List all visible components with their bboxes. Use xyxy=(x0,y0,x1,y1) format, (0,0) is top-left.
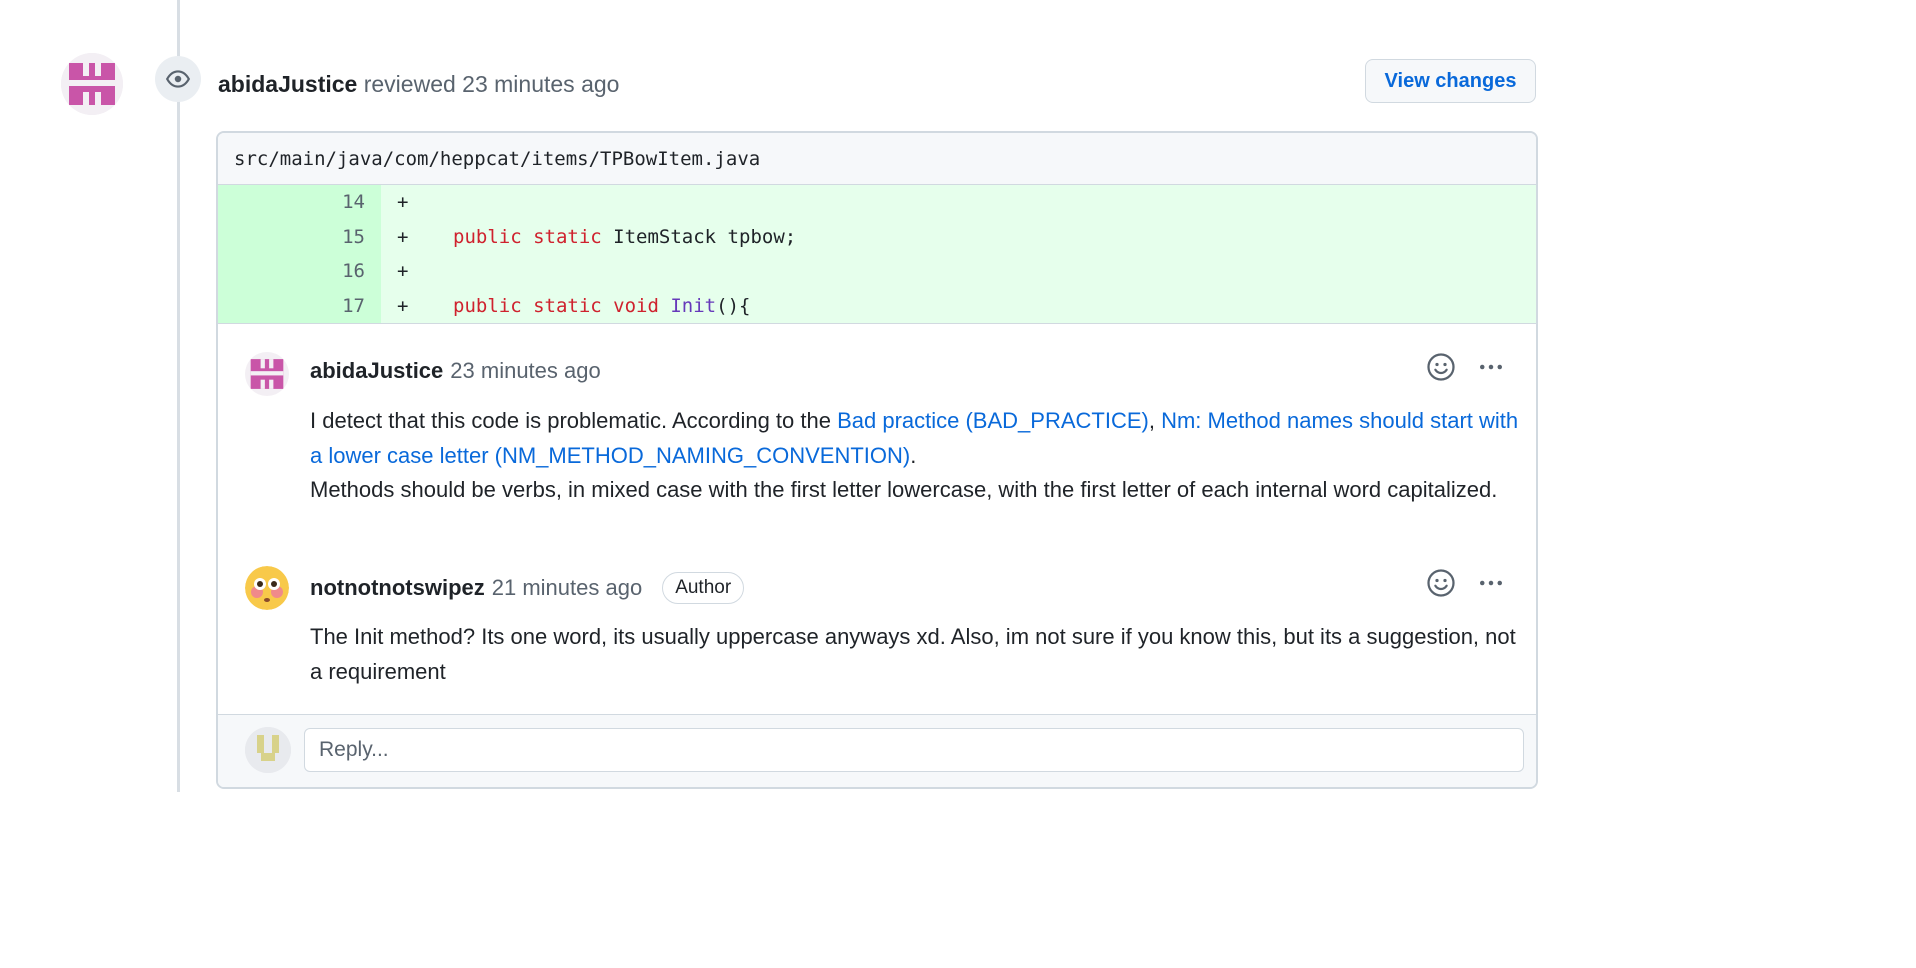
diff-sign: + xyxy=(397,191,409,214)
comment-list: abidaJustice 23 minutes ago I detect tha… xyxy=(218,323,1536,787)
comment-avatar[interactable] xyxy=(245,566,289,610)
diff-line: 15 + public static ItemStack tpbow; xyxy=(218,219,1536,254)
smiley-icon[interactable] xyxy=(1426,352,1456,387)
comment-avatar[interactable] xyxy=(245,352,289,396)
pr-review-timeline: abidaJustice reviewed 23 minutes ago Vie… xyxy=(0,0,1550,792)
author-badge: Author xyxy=(662,572,745,604)
code-text: ItemStack tpbow; xyxy=(613,225,797,248)
comment-author-link[interactable]: notnotnotswipez xyxy=(310,573,485,603)
code-line: public static void Init(){ xyxy=(453,295,750,317)
timeline-line xyxy=(177,0,180,792)
comment-text: , xyxy=(1148,408,1162,433)
view-changes-button[interactable]: View changes xyxy=(1365,59,1536,103)
current-user-avatar xyxy=(245,727,291,773)
comment-time[interactable]: 23 minutes ago xyxy=(450,356,600,386)
reviewer-avatar[interactable] xyxy=(61,53,123,115)
comment-text: Methods should be verbs, in mixed case w… xyxy=(310,477,1498,502)
review-action: reviewed xyxy=(363,71,456,97)
comment-header: abidaJustice 23 minutes ago xyxy=(310,356,601,386)
code-keyword: public static void xyxy=(453,294,659,317)
reply-input[interactable] xyxy=(304,728,1524,772)
kebab-horizontal-icon[interactable] xyxy=(1476,352,1506,387)
comment-body: I detect that this code is problematic. … xyxy=(310,404,1522,508)
comment-header: notnotnotswipez 21 minutes ago Author xyxy=(310,572,745,604)
review-time[interactable]: 23 minutes ago xyxy=(462,71,619,97)
diff-sign: + xyxy=(397,260,409,283)
review-author-link[interactable]: abidaJustice xyxy=(218,71,357,97)
diff-sign: + xyxy=(397,225,409,248)
eye-icon xyxy=(155,56,201,102)
code-function: Init xyxy=(670,294,717,317)
diff-line: 16 + xyxy=(218,254,1536,289)
comment-actions xyxy=(1426,568,1506,603)
line-number[interactable]: 17 xyxy=(218,288,381,323)
diff-line: 17 + public static void Init(){ xyxy=(218,288,1536,323)
bad-practice-link[interactable]: Bad practice (BAD_PRACTICE) xyxy=(837,408,1149,433)
review-header: abidaJustice reviewed 23 minutes ago xyxy=(218,68,619,100)
diff-hunk: 14 + 15 + public static ItemStack tpbow;… xyxy=(218,185,1536,323)
comment-time[interactable]: 21 minutes ago xyxy=(492,573,642,603)
smiley-icon[interactable] xyxy=(1426,568,1456,603)
comment-text: . xyxy=(910,442,917,468)
code-line: public static ItemStack tpbow; xyxy=(453,226,796,248)
diff-sign: + xyxy=(397,294,409,317)
code-text: (){ xyxy=(716,294,751,317)
line-number[interactable]: 16 xyxy=(218,254,381,289)
line-number[interactable]: 15 xyxy=(218,219,381,254)
line-number[interactable]: 14 xyxy=(218,185,381,220)
file-path[interactable]: src/main/java/com/heppcat/items/TPBowIte… xyxy=(218,133,1536,185)
comment-body: The Init method? Its one word, its usual… xyxy=(310,624,1516,684)
reply-bar xyxy=(218,714,1536,787)
comment-text: I detect that this code is problematic. … xyxy=(310,408,838,433)
review-thread: src/main/java/com/heppcat/items/TPBowIte… xyxy=(216,131,1538,789)
code-keyword: public static xyxy=(453,225,602,248)
diff-line: 14 + xyxy=(218,185,1536,220)
comment-author-link[interactable]: abidaJustice xyxy=(310,356,443,386)
comment-actions xyxy=(1426,352,1506,387)
kebab-horizontal-icon[interactable] xyxy=(1476,568,1506,603)
